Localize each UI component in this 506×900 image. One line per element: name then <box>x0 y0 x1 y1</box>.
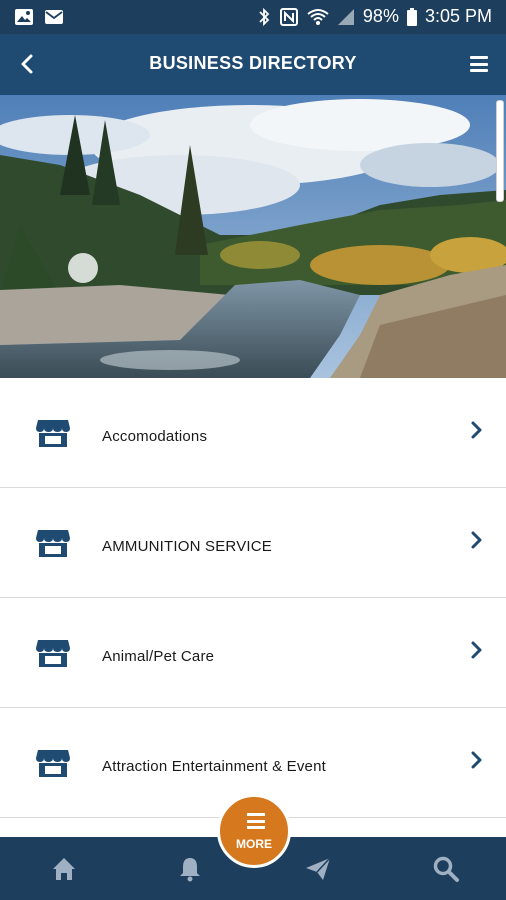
store-icon <box>36 420 70 447</box>
chevron-right-icon <box>471 641 482 659</box>
battery-percent: 98% <box>362 6 399 26</box>
app-header: BUSINESS DIRECTORY <box>0 34 506 95</box>
page-title: BUSINESS DIRECTORY <box>149 53 357 73</box>
list-item-label: Attraction Entertainment & Event <box>102 758 327 775</box>
status-bar: 98% 3:05 PM <box>0 0 506 34</box>
more-menu-icon <box>247 813 265 833</box>
more-button[interactable]: MORE <box>217 794 291 868</box>
directory-list: Accomodations AMMUNITION SERVICE Animal/… <box>0 378 506 818</box>
wifi-icon <box>307 8 329 25</box>
chevron-right-icon <box>471 531 482 549</box>
bluetooth-icon <box>259 7 270 26</box>
list-item-label: Animal/Pet Care <box>102 648 215 665</box>
scrollbar[interactable] <box>496 100 504 202</box>
image-icon <box>15 9 33 25</box>
chevron-right-icon <box>471 751 482 769</box>
store-icon <box>36 640 70 667</box>
store-icon <box>36 530 70 557</box>
home-icon[interactable] <box>50 855 78 883</box>
list-item[interactable]: AMMUNITION SERVICE <box>0 488 506 598</box>
store-icon <box>36 750 70 777</box>
search-icon[interactable] <box>432 855 460 883</box>
send-icon[interactable] <box>304 855 332 883</box>
list-item[interactable]: Accomodations <box>0 378 506 488</box>
hamburger-menu-icon[interactable] <box>470 56 488 72</box>
battery-icon <box>406 7 417 26</box>
more-label: MORE <box>236 837 272 851</box>
hero-banner-image <box>0 95 506 378</box>
bell-icon[interactable] <box>176 855 204 883</box>
clock: 3:05 PM <box>424 6 492 26</box>
list-item-label: AMMUNITION SERVICE <box>102 538 273 555</box>
nfc-icon <box>279 7 298 26</box>
signal-icon <box>337 8 354 25</box>
list-item[interactable]: Animal/Pet Care <box>0 598 506 708</box>
mail-icon <box>45 10 63 24</box>
chevron-right-icon <box>471 421 482 439</box>
list-item-label: Accomodations <box>102 428 208 445</box>
